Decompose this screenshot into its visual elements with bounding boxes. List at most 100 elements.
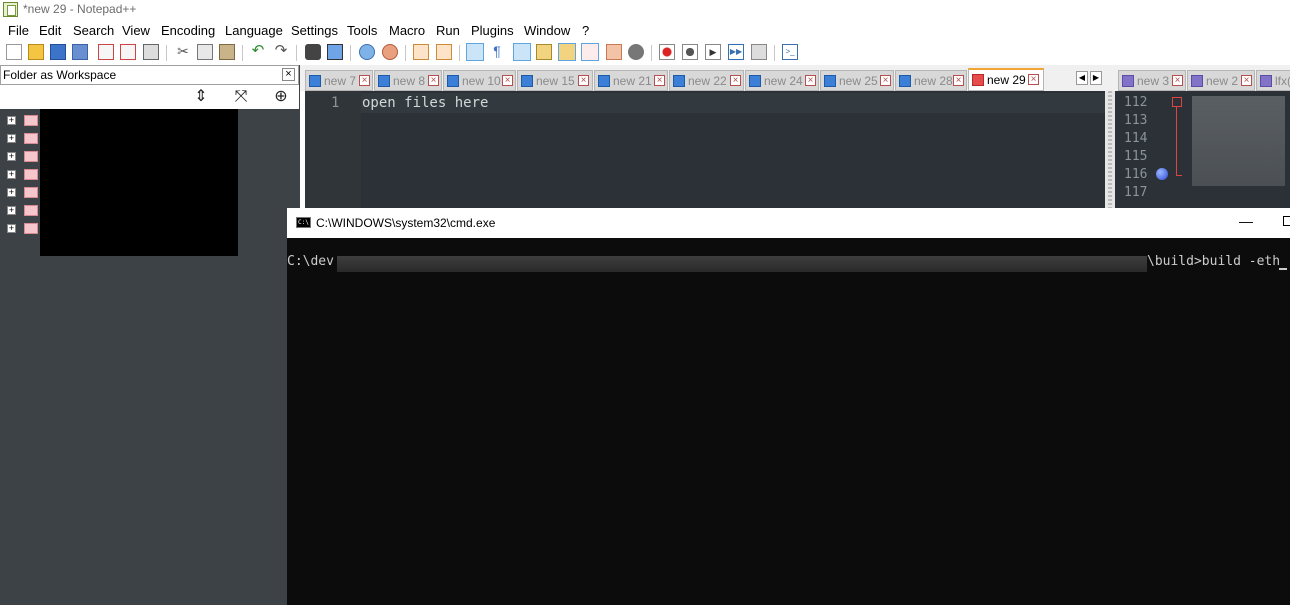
menu-encoding[interactable]: Encoding — [161, 23, 215, 38]
expand-icon[interactable]: + — [7, 152, 16, 161]
sync-horizontal-icon[interactable] — [436, 44, 452, 60]
show-all-chars-icon[interactable]: ¶ — [489, 44, 505, 60]
run-console-icon[interactable]: >_ — [782, 44, 798, 60]
tab-new-3[interactable]: new 3 × — [1118, 70, 1186, 91]
fold-marker-icon[interactable] — [1172, 97, 1182, 107]
tab-close-icon[interactable]: × — [428, 75, 439, 86]
tab-new-29[interactable]: new 29 × — [968, 68, 1044, 91]
menu-macro[interactable]: Macro — [389, 23, 425, 38]
copy-icon[interactable] — [197, 44, 213, 60]
tab-close-icon[interactable]: × — [805, 75, 816, 86]
menu-language[interactable]: Language — [225, 23, 283, 38]
find-replace-icon[interactable] — [327, 44, 343, 60]
zoom-out-icon[interactable] — [382, 44, 398, 60]
tab-close-icon[interactable]: × — [1172, 75, 1183, 86]
expand-icon[interactable]: + — [7, 206, 16, 215]
indent-guide-icon[interactable] — [513, 43, 531, 61]
expand-all-icon[interactable]: ⇕ — [190, 86, 212, 108]
word-wrap-icon[interactable] — [466, 43, 484, 61]
tab-new-24[interactable]: new 24 × — [745, 70, 819, 91]
tab-new-8[interactable]: new 8 × — [374, 70, 442, 91]
tab-new-21[interactable]: new 21 × — [594, 70, 668, 91]
tab-new-15[interactable]: new 15 × — [517, 70, 593, 91]
open-file-icon[interactable] — [28, 44, 44, 60]
print-icon[interactable] — [143, 44, 159, 60]
macro-stop-icon[interactable] — [682, 44, 698, 60]
macro-play-icon[interactable]: ▶ — [705, 44, 721, 60]
folder-icon — [24, 169, 38, 180]
tab-close-icon[interactable]: × — [730, 75, 741, 86]
splitter-grip[interactable] — [1108, 91, 1112, 211]
tab-close-icon[interactable]: × — [502, 75, 513, 86]
cmd-titlebar[interactable]: C:\ C:\WINDOWS\system32\cmd.exe — — [287, 208, 1290, 238]
folder-icon — [24, 115, 38, 126]
view-splitter[interactable] — [1105, 91, 1115, 211]
minimize-icon[interactable]: — — [1239, 214, 1253, 230]
tab-new-10[interactable]: new 10 × — [443, 70, 516, 91]
menu-plugins[interactable]: Plugins — [471, 23, 514, 38]
tab-scroll-right-icon[interactable]: ▶ — [1090, 71, 1102, 85]
menu-tools[interactable]: Tools — [347, 23, 377, 38]
sync-vertical-icon[interactable] — [413, 44, 429, 60]
tab-close-icon[interactable]: × — [578, 75, 589, 86]
menu-file[interactable]: File — [8, 23, 29, 38]
save-all-icon[interactable] — [72, 44, 88, 60]
maximize-icon[interactable] — [1283, 216, 1290, 226]
menu-view[interactable]: View — [122, 23, 150, 38]
doc-map-icon[interactable] — [558, 43, 576, 61]
menu-run[interactable]: Run — [436, 23, 460, 38]
cut-icon[interactable]: ✂ — [175, 44, 191, 60]
expand-icon[interactable]: + — [7, 188, 16, 197]
tab-new-25[interactable]: new 25 × — [820, 70, 894, 91]
tab-new-28[interactable]: new 28 × — [895, 70, 967, 91]
close-all-icon[interactable] — [120, 44, 136, 60]
tab-scroll-left-icon[interactable]: ◀ — [1076, 71, 1088, 85]
tab-close-icon[interactable]: × — [880, 75, 891, 86]
expand-icon[interactable]: + — [7, 116, 16, 125]
tab-close-icon[interactable]: × — [654, 75, 665, 86]
function-list-icon[interactable] — [581, 43, 599, 61]
tab-close-icon[interactable]: × — [1241, 75, 1252, 86]
file-icon — [447, 75, 459, 87]
menu-edit[interactable]: Edit — [39, 23, 61, 38]
expand-icon[interactable]: + — [7, 170, 16, 179]
cmd-prompt-command[interactable]: \build>build -eth — [1147, 254, 1280, 269]
close-file-icon[interactable] — [98, 44, 114, 60]
file-icon — [378, 75, 390, 87]
redo-icon[interactable]: ↷ — [273, 43, 289, 60]
panel-close-icon[interactable]: × — [282, 68, 295, 81]
tab-close-icon[interactable]: × — [1028, 74, 1039, 85]
tab-new-2[interactable]: new 2 × — [1187, 70, 1255, 91]
locate-file-icon[interactable]: ⊕ — [270, 86, 292, 108]
menu-window[interactable]: Window — [524, 23, 570, 38]
macro-save-icon[interactable] — [751, 44, 767, 60]
user-lang-icon[interactable] — [536, 44, 552, 60]
cmd-window[interactable]: C:\ C:\WINDOWS\system32\cmd.exe — C:\dev… — [287, 208, 1290, 605]
expand-icon[interactable]: + — [7, 134, 16, 143]
tab-new-7[interactable]: new 7 × — [305, 70, 373, 91]
folder-icon — [24, 151, 38, 162]
zoom-in-icon[interactable] — [359, 44, 375, 60]
tab-lfx[interactable]: lfx( — [1256, 70, 1290, 91]
tab-close-icon[interactable]: × — [953, 75, 964, 86]
tab-close-icon[interactable]: × — [359, 75, 370, 86]
menu-settings[interactable]: Settings — [291, 23, 338, 38]
paste-icon[interactable] — [219, 44, 235, 60]
macro-run-multiple-icon[interactable]: ▶▶ — [728, 44, 744, 60]
menu-search[interactable]: Search — [73, 23, 114, 38]
bookmark-icon[interactable] — [1156, 168, 1168, 180]
macro-record-icon[interactable] — [659, 44, 675, 60]
editor-secondary[interactable]: 112 113 114 115 116 117 — [1115, 91, 1290, 211]
folder-workspace-icon[interactable] — [606, 44, 622, 60]
find-icon[interactable] — [305, 44, 321, 60]
menu-help[interactable]: ? — [582, 23, 589, 38]
collapse-all-icon[interactable]: ⤧ — [230, 86, 252, 108]
undo-icon[interactable]: ↶ — [250, 43, 266, 60]
monitoring-icon[interactable] — [628, 44, 644, 60]
tab-new-22[interactable]: new 22 × — [669, 70, 744, 91]
new-file-icon[interactable] — [6, 44, 22, 60]
expand-icon[interactable]: + — [7, 224, 16, 233]
editor-line-text[interactable]: open files here — [362, 95, 488, 111]
save-icon[interactable] — [50, 44, 66, 60]
editor-main[interactable]: 1 open files here — [305, 91, 1105, 211]
